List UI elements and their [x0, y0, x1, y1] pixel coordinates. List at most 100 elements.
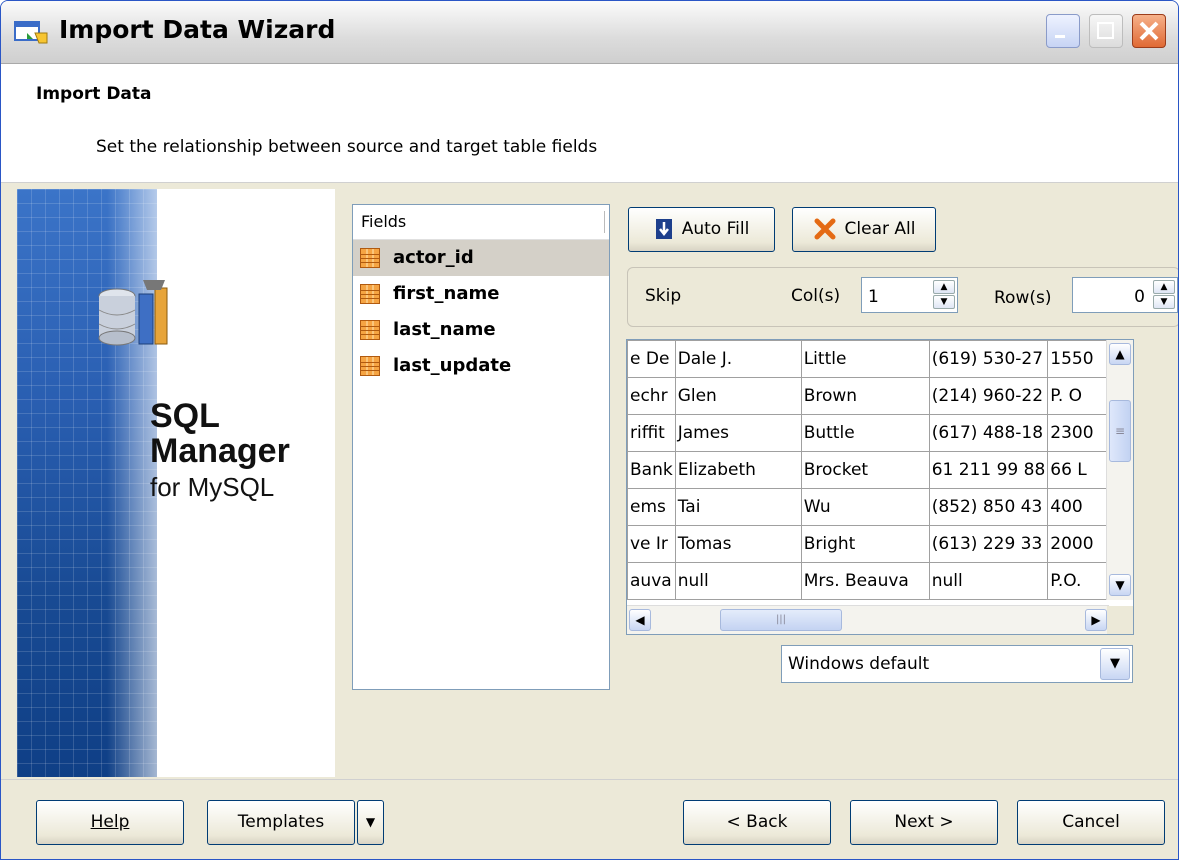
table-cell[interactable]: 1550: [1047, 340, 1109, 378]
product-banner: SQL Manager for MySQL: [17, 189, 335, 777]
table-cell[interactable]: 400: [1047, 488, 1109, 526]
table-cell[interactable]: (619) 530-27: [928, 340, 1049, 378]
database-tools-icon: [98, 280, 168, 346]
spin-down-icon[interactable]: ▼: [933, 295, 955, 309]
table-cell[interactable]: (852) 850 43: [928, 488, 1049, 526]
table-cell[interactable]: Dale J.: [674, 340, 802, 378]
skip-rows-spinner[interactable]: 0 ▲ ▼: [1072, 277, 1178, 313]
close-button[interactable]: [1132, 14, 1166, 48]
table-row[interactable]: riffit James Buttle (617) 488-18 2300: [627, 414, 1109, 452]
back-button[interactable]: < Back: [683, 800, 831, 845]
scroll-left-icon[interactable]: ◀: [629, 609, 651, 631]
table-cell[interactable]: Bright: [800, 525, 930, 563]
table-row[interactable]: Bank Elizabeth Brocket 61 211 99 88 66 L: [627, 451, 1109, 489]
table-cell[interactable]: echr: [627, 377, 676, 415]
field-item-first-name[interactable]: first_name: [353, 276, 609, 312]
table-cell[interactable]: Elizabeth: [674, 451, 802, 489]
chevron-down-icon: ▼: [365, 815, 376, 829]
table-cell[interactable]: Mrs. Beauva: [800, 562, 930, 600]
maximize-button[interactable]: [1089, 14, 1123, 48]
table-cell[interactable]: 2300: [1047, 414, 1109, 452]
table-cell[interactable]: Brown: [800, 377, 930, 415]
import-data-wizard-window: Import Data Wizard Import Data Set the r…: [0, 0, 1179, 860]
scroll-right-icon[interactable]: ▶: [1085, 609, 1107, 631]
table-cell[interactable]: ems: [627, 488, 676, 526]
templates-dropdown-button[interactable]: ▼: [357, 800, 384, 845]
table-cell[interactable]: 61 211 99 88: [928, 451, 1049, 489]
vertical-scrollbar[interactable]: ▲ ≡ ▼: [1106, 340, 1133, 600]
table-row[interactable]: auva null Mrs. Beauva null P.O.: [627, 562, 1109, 600]
step-description: Set the relationship between source and …: [96, 137, 598, 157]
window-title: Import Data Wizard: [59, 15, 336, 44]
table-cell[interactable]: (214) 960-22: [928, 377, 1049, 415]
auto-fill-button[interactable]: Auto Fill: [628, 207, 775, 252]
table-cell[interactable]: 66 L: [1047, 451, 1109, 489]
table-cell[interactable]: Glen: [674, 377, 802, 415]
field-item-last-name[interactable]: last_name: [353, 312, 609, 348]
table-cell[interactable]: Tai: [674, 488, 802, 526]
next-button[interactable]: Next >: [850, 800, 998, 845]
spinner-buttons[interactable]: ▲ ▼: [1153, 280, 1175, 310]
table-row[interactable]: ems Tai Wu (852) 850 43 400: [627, 488, 1109, 526]
table-cell[interactable]: Brocket: [800, 451, 930, 489]
table-cell[interactable]: e De: [627, 340, 676, 378]
chevron-down-icon[interactable]: ▼: [1100, 648, 1130, 680]
cancel-button[interactable]: Cancel: [1017, 800, 1165, 845]
table-row[interactable]: e De Dale J. Little (619) 530-27 1550: [627, 340, 1109, 378]
spinner-buttons[interactable]: ▲ ▼: [933, 280, 955, 310]
table-row[interactable]: echr Glen Brown (214) 960-22 P. O: [627, 377, 1109, 415]
encoding-select[interactable]: Windows default ▼: [781, 645, 1133, 683]
fields-header: Fields: [353, 205, 609, 240]
skip-label: Skip: [645, 286, 682, 306]
spin-up-icon[interactable]: ▲: [1153, 280, 1175, 294]
rows-label: Row(s): [994, 288, 1052, 308]
import-wizard-icon: [14, 21, 48, 44]
table-cell[interactable]: auva: [627, 562, 676, 600]
table-cell[interactable]: Tomas: [674, 525, 802, 563]
clear-all-button[interactable]: Clear All: [792, 207, 936, 252]
table-cell[interactable]: James: [674, 414, 802, 452]
field-item-last-update[interactable]: last_update: [353, 348, 609, 384]
table-cell[interactable]: P. O: [1047, 377, 1109, 415]
scroll-down-icon[interactable]: ▼: [1109, 574, 1131, 596]
minimize-button[interactable]: [1046, 14, 1080, 48]
data-preview-grid[interactable]: e De Dale J. Little (619) 530-27 1550 echr Gle…: [626, 339, 1134, 635]
table-field-icon: [360, 356, 380, 376]
table-cell[interactable]: Buttle: [800, 414, 930, 452]
table-cell[interactable]: 2000: [1047, 525, 1109, 563]
scroll-up-icon[interactable]: ▲: [1109, 343, 1131, 365]
clear-x-icon: [814, 218, 836, 240]
templates-button[interactable]: Templates: [207, 800, 355, 845]
table-cell[interactable]: null: [928, 562, 1049, 600]
step-title: Import Data: [36, 84, 152, 104]
wizard-header: Import Data Set the relationship between…: [1, 64, 1178, 183]
table-field-icon: [360, 248, 380, 268]
table-cell[interactable]: riffit: [627, 414, 676, 452]
close-icon: [1139, 21, 1159, 41]
horizontal-scroll-thumb[interactable]: |||: [720, 609, 842, 631]
title-bar[interactable]: Import Data Wizard: [1, 1, 1178, 64]
fields-list[interactable]: Fields actor_id first_name last_name las…: [352, 204, 610, 690]
cols-label: Col(s): [791, 286, 841, 306]
vertical-scroll-thumb[interactable]: ≡: [1109, 400, 1131, 462]
auto-fill-icon: [655, 219, 672, 239]
skip-cols-spinner[interactable]: 1 ▲ ▼: [861, 277, 958, 313]
table-cell[interactable]: (617) 488-18: [928, 414, 1049, 452]
table-cell[interactable]: null: [674, 562, 802, 600]
table-cell[interactable]: Little: [800, 340, 930, 378]
preview-table: e De Dale J. Little (619) 530-27 1550 echr Gle…: [627, 340, 1109, 600]
spin-down-icon[interactable]: ▼: [1153, 295, 1175, 309]
help-button[interactable]: Help: [36, 800, 184, 845]
horizontal-scrollbar[interactable]: ◀ ||| ▶: [627, 605, 1109, 634]
field-item-actor-id[interactable]: actor_id: [353, 240, 609, 276]
maximize-icon: [1097, 22, 1114, 39]
table-cell[interactable]: (613) 229 33: [928, 525, 1049, 563]
spin-up-icon[interactable]: ▲: [933, 280, 955, 294]
product-subtitle: for MySQL: [150, 472, 275, 502]
table-cell[interactable]: ve Ir: [627, 525, 676, 563]
table-cell[interactable]: P.O.: [1047, 562, 1109, 600]
table-cell[interactable]: Bank: [627, 451, 676, 489]
table-row[interactable]: ve Ir Tomas Bright (613) 229 33 2000: [627, 525, 1109, 563]
skip-panel: Skip Col(s) 1 ▲ ▼ Row(s) 0 ▲ ▼: [627, 267, 1178, 327]
table-cell[interactable]: Wu: [800, 488, 930, 526]
